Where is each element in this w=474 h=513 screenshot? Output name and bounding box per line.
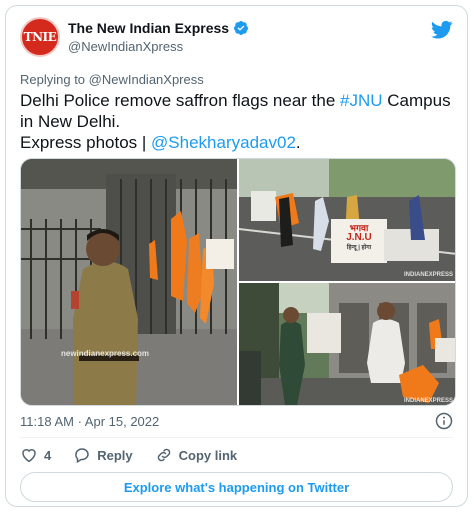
reply-label: Reply: [97, 447, 133, 463]
divider: [20, 437, 453, 438]
photo-flags-banner-image: [239, 159, 455, 281]
tweet-card: TNIE The New Indian Express @NewIndianXp…: [5, 5, 468, 507]
link-icon: [157, 448, 170, 462]
tweet-timestamp[interactable]: 11:18 AM · Apr 15, 2022: [20, 414, 159, 429]
like-button[interactable]: 4: [20, 446, 51, 464]
tweet-text: Delhi Police remove saffron flags near t…: [20, 90, 460, 153]
photo-policeman-image: [21, 159, 237, 405]
replying-to: Replying to @NewIndianXpress: [20, 72, 204, 87]
heart-icon: [22, 449, 36, 463]
verified-badge-icon: [234, 21, 249, 35]
banner-line2: J.N.U: [346, 232, 372, 243]
media-grid: newindianexpress.com भगवा J.N.U हिन्दू |…: [20, 158, 456, 406]
hashtag-link[interactable]: #JNU: [340, 91, 383, 110]
account-name-row[interactable]: The New Indian Express: [68, 20, 249, 36]
copy-link-button[interactable]: Copy link: [155, 446, 238, 464]
banner-line3: हिन्दू | होगा: [346, 245, 372, 251]
banner-text: भगवा J.N.U हिन्दू | होगा: [335, 223, 383, 253]
photo-removing-flags[interactable]: INDIANEXPRESS: [239, 283, 455, 405]
reply-button[interactable]: Reply: [73, 446, 133, 464]
photo-watermark: newindianexpress.com: [61, 349, 150, 358]
account-handle[interactable]: @NewIndianXpress: [68, 39, 183, 54]
avatar[interactable]: TNIE: [20, 17, 60, 57]
replying-to-handle[interactable]: @NewIndianXpress: [89, 72, 204, 87]
info-icon[interactable]: [435, 412, 453, 430]
replying-to-prefix: Replying to: [20, 72, 89, 87]
tweet-text-part: Delhi Police remove saffron flags near t…: [20, 91, 341, 110]
like-count: 4: [44, 447, 52, 463]
photo-watermark: INDIANEXPRESS: [403, 272, 453, 278]
photo-policeman[interactable]: newindianexpress.com: [21, 159, 237, 405]
photo-flags-banner[interactable]: भगवा J.N.U हिन्दू | होगा INDIANEXPRESS: [239, 159, 455, 281]
tweet-text-part: .: [295, 133, 301, 152]
copy-link-label: Copy link: [178, 447, 238, 463]
mention-link[interactable]: @Shekharyadav02: [151, 133, 296, 152]
account-name[interactable]: The New Indian Express: [68, 20, 229, 36]
reply-bubble-icon: [75, 448, 89, 464]
photo-removing-flags-image: [239, 283, 455, 405]
tweet-actions: 4 Reply Copy link: [20, 446, 237, 464]
tweet-text-part: Express photos |: [20, 133, 152, 152]
photo-watermark: INDIANEXPRESS: [403, 398, 453, 404]
twitter-bird-icon[interactable]: [431, 20, 453, 40]
explore-twitter-button[interactable]: Explore what's happening on Twitter: [20, 472, 453, 502]
